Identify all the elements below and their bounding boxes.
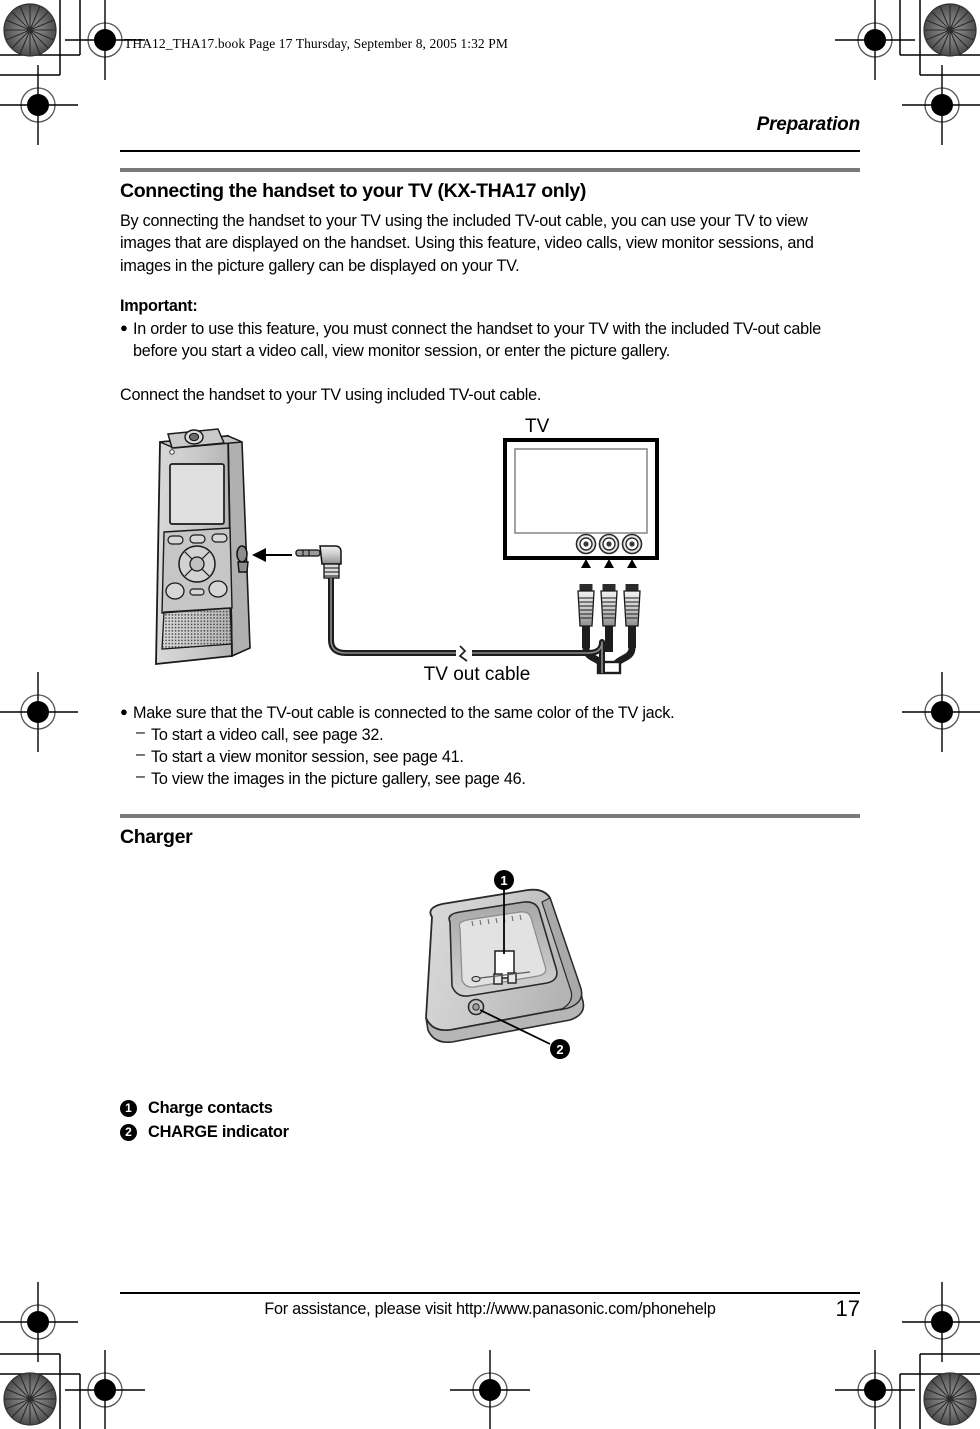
figure-callout-2-number: 2 — [556, 1042, 563, 1057]
dash-icon: – — [136, 768, 145, 786]
charger-illustration: 1 2 — [425, 869, 585, 1059]
rca-insertion-arrows — [581, 559, 637, 585]
note-dash-row: – To start a view monitor session, see p… — [120, 746, 860, 768]
callout-label: Charge contacts — [148, 1098, 273, 1117]
figure-callout-2: 2 — [550, 1038, 570, 1059]
callout-legend-item: 2 CHARGE indicator — [120, 1123, 860, 1142]
section-heading-charger: Charger — [120, 826, 193, 849]
figure-charger: 1 2 — [120, 862, 860, 1077]
rca-plugs — [577, 584, 641, 675]
indicator-led — [169, 449, 175, 455]
note-dash-text: To start a view monitor session, see pag… — [151, 748, 464, 767]
section-heading-tv: Connecting the handset to your TV (KX-TH… — [120, 180, 587, 202]
manual-page: THA12_THA17.book Page 17 Thursday, Septe… — [0, 0, 980, 1429]
figure-callout-1: 1 — [494, 869, 514, 890]
footer-assistance-text: For assistance, please visit http://www.… — [264, 1300, 716, 1318]
charger-callout-list: 1 Charge contacts 2 CHARGE indicator — [120, 1099, 860, 1142]
handset-lcd — [169, 463, 225, 525]
handset-tv-out-jack — [236, 545, 249, 573]
tv-figure-label: TV — [525, 416, 550, 437]
note-bullet-text: Make sure that the TV-out cable is conne… — [133, 704, 675, 723]
connect-instruction: Connect the handset to your TV using inc… — [120, 385, 542, 404]
tv-screen — [514, 448, 648, 534]
callout-number-badge: 1 — [120, 1099, 137, 1117]
tv-connection-illustration: TV TV out cable — [155, 416, 659, 685]
tv-rca-jacks — [575, 533, 643, 555]
note-bullet-row: ● Make sure that the TV-out cable is con… — [120, 702, 860, 724]
note-dash-row: – To view the images in the picture gall… — [120, 768, 860, 790]
note-dash-row: – To start a video call, see page 32. — [120, 724, 860, 746]
dash-icon: – — [136, 724, 145, 742]
cable-break-symbol — [456, 645, 472, 662]
callout-number-badge: 2 — [120, 1123, 137, 1141]
bullet-icon: ● — [120, 704, 128, 720]
callout-label: CHARGE indicator — [148, 1122, 289, 1141]
figure-tv-connection: TV TV out cable — [120, 412, 860, 688]
bullet-icon: ● — [120, 319, 128, 335]
speaker-grille — [161, 607, 233, 650]
callout-legend-item: 1 Charge contacts — [120, 1099, 860, 1118]
intro-paragraph: By connecting the handset to your TV usi… — [120, 212, 814, 275]
section-rule-tv — [120, 168, 860, 172]
figure-callout-1-number: 1 — [500, 873, 507, 888]
note-dash-text: To view the images in the picture galler… — [151, 770, 526, 789]
headphone-plug — [295, 545, 342, 579]
footer-rule — [120, 1292, 860, 1294]
section-rule-charger — [120, 814, 860, 819]
plug-insert-arrow — [252, 548, 292, 563]
header-rule — [120, 150, 860, 152]
important-label: Important: — [120, 296, 198, 315]
important-bullet-text: In order to use this feature, you must c… — [133, 319, 821, 360]
page-content: Preparation Connecting the handset to yo… — [120, 0, 860, 1147]
dash-icon: – — [136, 746, 145, 764]
running-head: Preparation — [756, 114, 861, 135]
note-dash-text: To start a video call, see page 32. — [151, 726, 384, 745]
important-bullet-row: ● In order to use this feature, you must… — [120, 318, 860, 362]
cable-figure-label: TV out cable — [424, 664, 531, 685]
tv-set — [503, 438, 659, 561]
handset-device — [155, 428, 251, 666]
